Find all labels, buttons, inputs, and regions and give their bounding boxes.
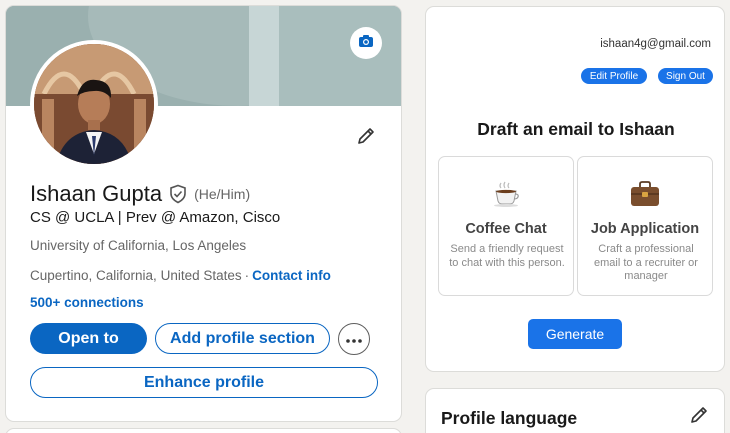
separator-dot: ·: [244, 268, 250, 283]
profile-language-title: Profile language: [441, 408, 578, 428]
profile-name: Ishaan Gupta: [30, 181, 163, 206]
profile-photo[interactable]: [30, 40, 158, 168]
pronouns: (He/Him): [194, 186, 251, 202]
email-draft-panel: ishaan4g@gmail.com Edit Profile Sign Out…: [425, 6, 725, 372]
more-actions-button[interactable]: [338, 323, 370, 355]
next-section-card: [5, 428, 402, 433]
location: Cupertino, California, United States: [30, 268, 242, 283]
camera-icon: [359, 34, 373, 52]
edit-banner-camera-button[interactable]: [350, 27, 382, 59]
contact-info-link[interactable]: Contact info: [252, 268, 331, 283]
pencil-icon: [689, 405, 709, 430]
verified-shield-icon[interactable]: [168, 184, 188, 204]
coffee-chat-description: Send a friendly request to chat with thi…: [449, 243, 565, 269]
draft-email-title: Draft an email to Ishaan: [477, 119, 675, 139]
profile-language-card: Profile language: [425, 388, 725, 433]
enhance-profile-button[interactable]: Enhance profile: [30, 367, 378, 398]
user-email: ishaan4g@gmail.com: [600, 38, 711, 50]
coffee-chat-title: Coffee Chat: [465, 221, 547, 237]
coffee-icon: [439, 181, 573, 207]
education: University of California, Los Angeles: [30, 238, 247, 253]
profile-photo-image: [34, 44, 154, 164]
edit-profile-button[interactable]: Edit Profile: [581, 68, 647, 84]
generate-button[interactable]: Generate: [528, 319, 622, 349]
job-application-option[interactable]: Job Application Craft a professional ema…: [577, 156, 713, 296]
more-dots-icon: [346, 330, 362, 348]
location-row: Cupertino, California, United States · Con…: [30, 268, 331, 283]
sign-out-button[interactable]: Sign Out: [658, 68, 713, 84]
open-to-button[interactable]: Open to: [30, 323, 147, 354]
job-application-title: Job Application: [590, 221, 700, 237]
profile-card: Ishaan Gupta (He/Him) CS @ UCLA | Prev @…: [5, 5, 402, 422]
profile-headline: CS @ UCLA | Prev @ Amazon, Cisco: [30, 209, 281, 226]
connections-link[interactable]: 500+ connections: [30, 295, 144, 310]
briefcase-icon: [578, 181, 712, 207]
coffee-chat-option[interactable]: Coffee Chat Send a friendly request to c…: [438, 156, 574, 296]
job-application-description: Craft a professional email to a recruite…: [594, 243, 698, 282]
name-row: Ishaan Gupta (He/Him): [30, 181, 250, 207]
edit-profile-language-button[interactable]: [685, 403, 713, 431]
edit-intro-button[interactable]: [352, 124, 380, 152]
add-profile-section-button[interactable]: Add profile section: [155, 323, 330, 354]
pencil-icon: [356, 126, 376, 151]
